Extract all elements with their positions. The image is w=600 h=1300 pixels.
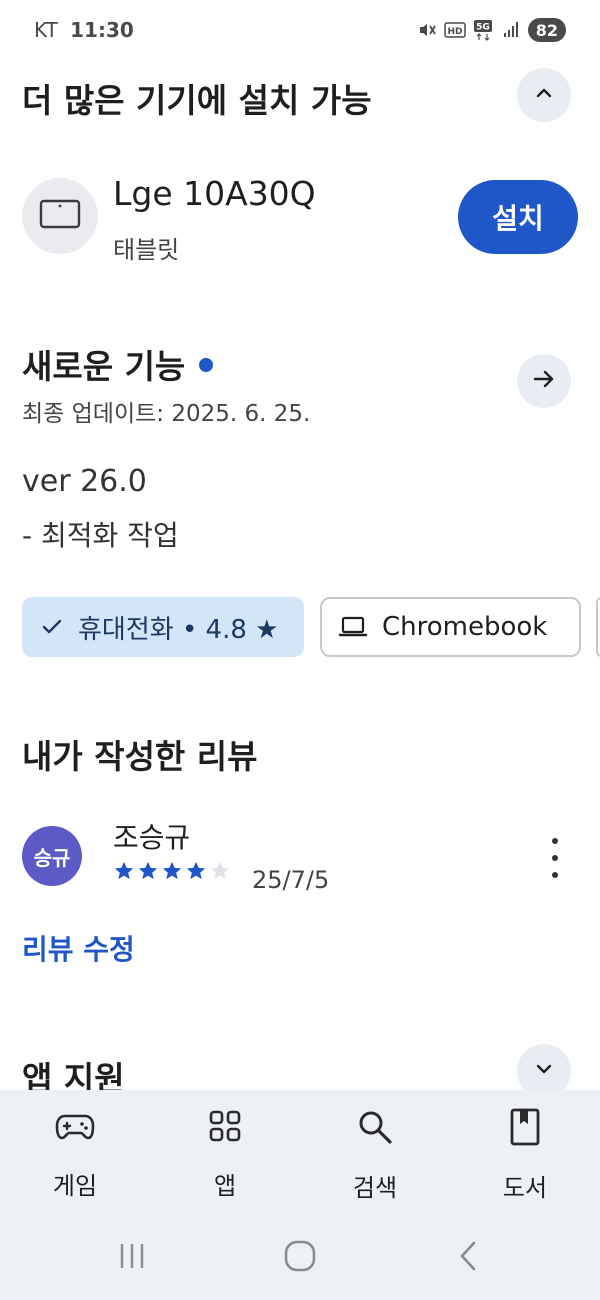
device-type: 태블릿: [113, 236, 180, 264]
home-icon: [283, 1239, 317, 1277]
svg-text:5G: 5G: [476, 23, 490, 33]
whats-new-arrow-button[interactable]: [517, 354, 571, 408]
nav-games-label: 게임: [52, 1172, 98, 1200]
recents-icon: [116, 1242, 148, 1274]
mute-icon: [416, 19, 438, 41]
version-text: ver 26.0: [22, 464, 147, 499]
gamepad-icon: [55, 1108, 95, 1148]
device-name: Lge 10A30Q: [113, 174, 316, 213]
book-icon: [508, 1108, 542, 1150]
signal-icon: [500, 19, 522, 41]
new-indicator-dot: [199, 357, 214, 372]
laptop-icon: [338, 615, 368, 639]
star-filled-icon: [113, 860, 135, 886]
star-filled-icon: [161, 860, 183, 886]
rating-stars: [113, 860, 231, 886]
reviewer-name: 조승규: [113, 821, 191, 854]
back-button[interactable]: [438, 1228, 498, 1288]
check-icon: [40, 615, 64, 639]
chip-chromebook[interactable]: Chromebook: [320, 597, 581, 657]
last-updated: 최종 업데이트: 2025. 6. 25.: [22, 401, 311, 427]
nav-search[interactable]: 검색: [320, 1108, 430, 1203]
nav-books[interactable]: 도서: [470, 1108, 580, 1203]
chip-overflow-partial[interactable]: [596, 597, 600, 657]
battery-badge: 82: [527, 18, 566, 42]
search-icon: [356, 1108, 394, 1150]
nav-apps-label: 앱: [213, 1172, 237, 1200]
status-bar: KT 11:30 HD 5G 82: [0, 0, 600, 60]
release-notes: - 최적화 작업: [22, 519, 179, 552]
more-options-button[interactable]: [540, 838, 570, 878]
edit-review-link[interactable]: 리뷰 수정: [22, 928, 135, 968]
carrier: KT: [34, 18, 58, 42]
review-date: 25/7/5: [252, 866, 330, 894]
status-left: KT 11:30: [34, 18, 134, 42]
nav-games[interactable]: 게임: [20, 1108, 130, 1201]
my-review-title: 내가 작성한 리뷰: [22, 737, 258, 776]
5g-icon: 5G: [472, 19, 494, 41]
recents-button[interactable]: [102, 1228, 162, 1288]
arrow-right-icon: [531, 366, 557, 396]
install-more-title: 더 많은 기기에 설치 가능: [22, 81, 372, 120]
back-icon: [456, 1240, 480, 1276]
home-button[interactable]: [270, 1228, 330, 1288]
chip-phone[interactable]: 휴대전화 • 4.8 ★: [22, 597, 304, 657]
nav-apps[interactable]: 앱: [170, 1108, 280, 1201]
system-navigation-bar: [0, 1228, 600, 1288]
collapse-button[interactable]: [517, 68, 571, 122]
chip-phone-label: 휴대전화 • 4.8 ★: [78, 614, 279, 645]
more-vert-icon: [552, 838, 558, 844]
chip-chromebook-label: Chromebook: [382, 612, 548, 642]
star-filled-icon: [137, 860, 159, 886]
nav-books-label: 도서: [502, 1174, 548, 1202]
install-button[interactable]: 설치: [458, 180, 578, 254]
nav-search-label: 검색: [352, 1174, 398, 1202]
device-avatar: [22, 178, 98, 254]
whats-new-title: 새로운 기능: [22, 347, 186, 386]
hd-icon: HD: [443, 19, 466, 41]
status-right: HD 5G 82: [416, 18, 566, 42]
whats-new-heading: 새로운 기능: [22, 340, 214, 388]
tablet-icon: [39, 198, 81, 234]
avatar: 승규: [22, 826, 82, 886]
star-filled-icon: [185, 860, 207, 886]
chevron-down-icon: [533, 1058, 555, 1084]
clock: 11:30: [70, 18, 134, 42]
svg-text:HD: HD: [447, 27, 462, 37]
apps-grid-icon: [207, 1108, 243, 1148]
chevron-up-icon: [533, 82, 555, 108]
star-empty-icon: [209, 860, 231, 886]
